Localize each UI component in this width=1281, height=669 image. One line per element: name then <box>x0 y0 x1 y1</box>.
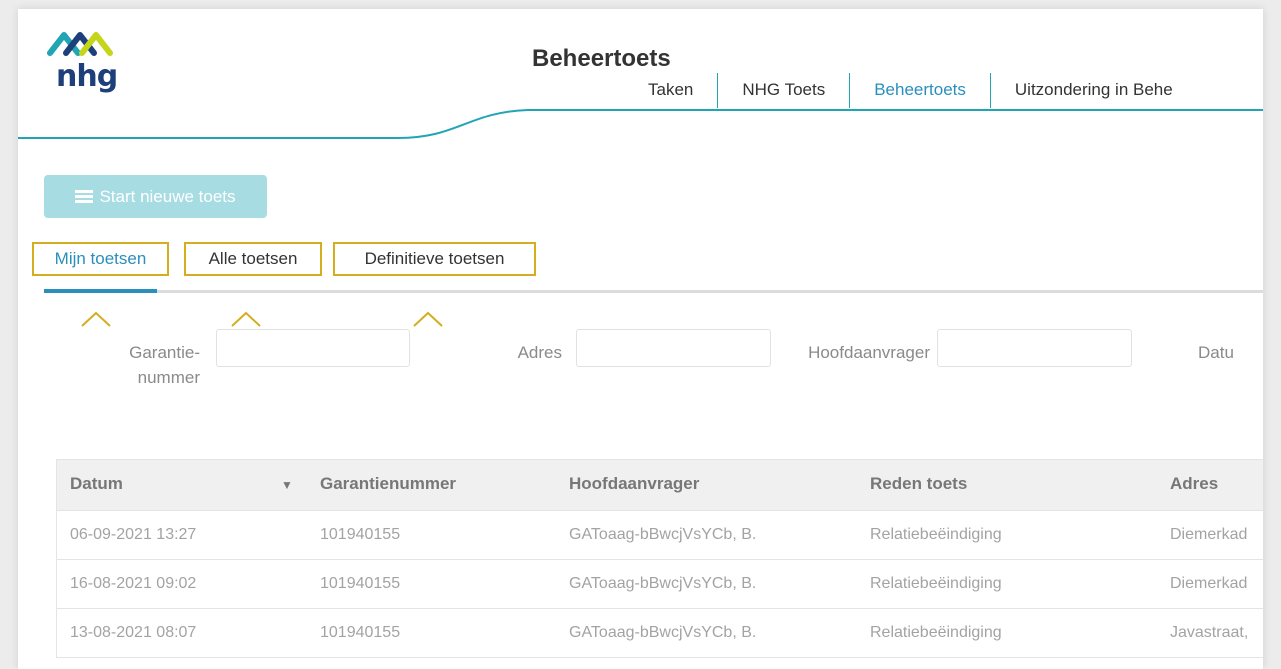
hoofdaanvrager-label: Hoofdaanvrager <box>808 343 930 362</box>
start-button-label: Start nieuwe toets <box>99 186 236 206</box>
datum-label: Datu <box>1198 343 1234 362</box>
hoofdaanvrager-input[interactable] <box>937 329 1132 367</box>
cell-datum: 16-08-2021 09:02 <box>70 575 197 592</box>
cell-garantienummer: 101940155 <box>320 526 401 543</box>
cell-reden-toets: Relatiebeëindiging <box>870 575 1002 592</box>
column-header-adres[interactable]: Adres <box>1170 474 1218 494</box>
cell-datum: 06-09-2021 13:27 <box>70 526 197 543</box>
column-header-hoofdaanvrager[interactable]: Hoofdaanvrager <box>569 474 699 494</box>
table-row[interactable]: 16-08-2021 09:02 101940155 GAToaag-bBwcj… <box>56 560 1263 609</box>
top-nav: Taken NHG Toets Beheertoets Uitzondering… <box>598 73 1197 108</box>
cell-adres: Diemerkad <box>1170 526 1248 543</box>
header-wave <box>18 109 1263 139</box>
caret-up-icon <box>413 311 443 327</box>
cell-hoofdaanvrager: GAToaag-bBwcjVsYCb, B. <box>569 575 757 592</box>
nav-item-uitzondering[interactable]: Uitzondering in Behe <box>991 73 1197 108</box>
garantienummer-label: Garantie- nummer <box>98 340 200 390</box>
cell-adres: Diemerkad <box>1170 575 1248 592</box>
start-nieuwe-toets-button[interactable]: Start nieuwe toets <box>44 175 267 218</box>
list-icon <box>75 189 94 204</box>
nav-item-beheertoets[interactable]: Beheertoets <box>850 73 991 108</box>
cell-hoofdaanvrager: GAToaag-bBwcjVsYCb, B. <box>569 526 757 543</box>
tab-bar: Mijn toetsen Alle toetsen Definitieve to… <box>18 242 1263 294</box>
cell-garantienummer: 101940155 <box>320 575 401 592</box>
column-header-datum[interactable]: Datum <box>70 474 123 494</box>
cell-adres: Javastraat, <box>1170 624 1249 641</box>
adres-label: Adres <box>517 343 562 362</box>
cell-datum: 13-08-2021 08:07 <box>70 624 197 641</box>
garantienummer-label-line2: nummer <box>137 368 200 387</box>
tab-active-indicator <box>44 289 157 293</box>
tab-mijn-toetsen[interactable]: Mijn toetsen <box>32 242 169 276</box>
page-title: Beheertoets <box>532 45 671 72</box>
nhg-logo[interactable]: nhg <box>46 23 136 103</box>
sort-down-icon[interactable]: ▼ <box>281 478 293 492</box>
cell-reden-toets: Relatiebeëindiging <box>870 526 1002 543</box>
logo-text: nhg <box>56 59 118 94</box>
caret-up-icon <box>231 311 261 327</box>
adres-input[interactable] <box>576 329 771 367</box>
cell-hoofdaanvrager: GAToaag-bBwcjVsYCb, B. <box>569 624 757 641</box>
garantienummer-label-line1: Garantie- <box>129 343 200 362</box>
table-row[interactable]: 13-08-2021 08:07 101940155 GAToaag-bBwcj… <box>56 609 1263 658</box>
table-header: Datum ▼ Garantienummer Hoofdaanvrager Re… <box>56 459 1263 511</box>
table-row[interactable]: 06-09-2021 13:27 101940155 GAToaag-bBwcj… <box>56 511 1263 560</box>
caret-up-icon <box>81 311 111 327</box>
cell-reden-toets: Relatiebeëindiging <box>870 624 1002 641</box>
tab-alle-toetsen[interactable]: Alle toetsen <box>184 242 322 276</box>
nav-item-nhg-toets[interactable]: NHG Toets <box>718 73 851 108</box>
tab-definitieve-toetsen[interactable]: Definitieve toetsen <box>333 242 536 276</box>
toetsen-table: Datum ▼ Garantienummer Hoofdaanvrager Re… <box>56 459 1263 658</box>
page: nhg Beheertoets Taken NHG Toets Beheerto… <box>18 9 1263 669</box>
cell-garantienummer: 101940155 <box>320 624 401 641</box>
logo-mark-icon <box>47 32 113 56</box>
column-header-garantienummer[interactable]: Garantienummer <box>320 474 456 494</box>
tab-underline <box>44 290 1263 293</box>
garantienummer-input[interactable] <box>216 329 410 367</box>
nav-item-taken[interactable]: Taken <box>598 73 719 108</box>
column-header-reden-toets[interactable]: Reden toets <box>870 474 967 494</box>
